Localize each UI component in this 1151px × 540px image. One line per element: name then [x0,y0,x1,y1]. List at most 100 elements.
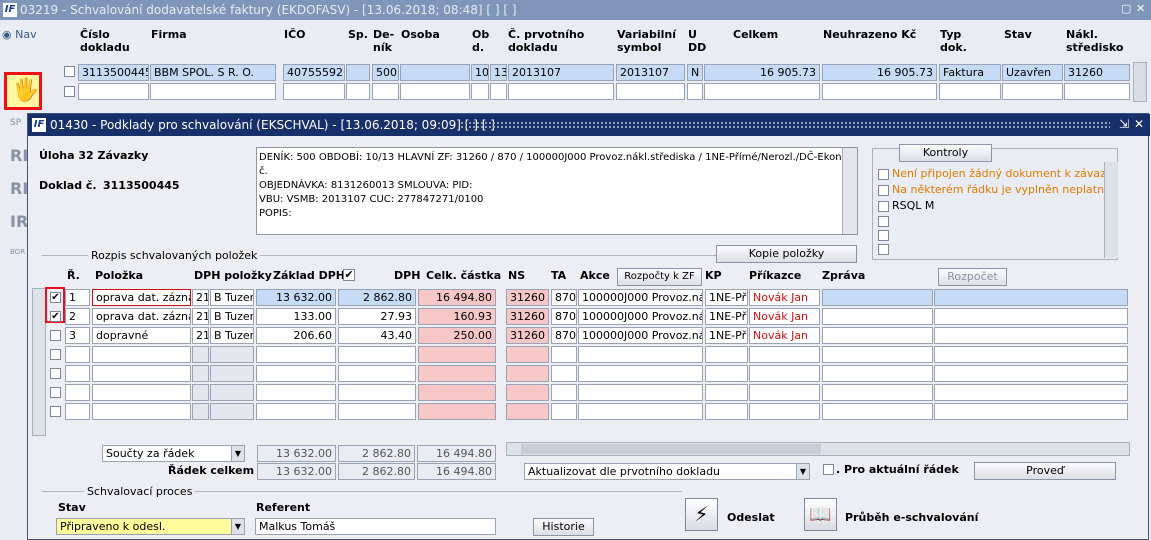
restore-icon[interactable]: ▢ [1121,3,1133,15]
grid-cell-action[interactable] [578,384,703,401]
grid-cell-vat-type[interactable] [210,365,254,382]
update-select[interactable]: Aktualizovat dle prvotního dokladu ▼ [524,463,810,480]
grid-cell-total-amount[interactable] [418,384,496,401]
grid-cell-vat-amount[interactable] [338,384,416,401]
grid-cell-orderer[interactable] [749,365,820,382]
grid-cell-orderer[interactable]: Novák Jan [749,327,820,344]
grid-cell-ta[interactable]: 870 [551,327,577,344]
grid-cell-row-number[interactable] [65,384,90,401]
grid-cell-extra[interactable] [934,384,1128,401]
dialog-close-icon[interactable]: ✕ [1134,117,1144,131]
grid-cell-kp[interactable] [705,403,748,420]
grid-cell-vat-amount[interactable]: 2 862.80 [338,289,416,306]
grid-cell-cost-center[interactable] [506,384,549,401]
top-row2-cell[interactable] [346,83,370,100]
top-cell-person[interactable] [400,64,470,81]
send-label[interactable]: Odeslat [727,511,775,524]
row-checkbox[interactable]: ✔ [50,311,61,322]
sidebar-label-ir[interactable]: IR [10,212,28,231]
grid-cell-action[interactable]: 100000J000 Provoz.nákl. [578,327,703,344]
control-check-3[interactable] [878,201,889,212]
grid-cell-cost-center[interactable]: 31260 [506,289,549,306]
grid-cell-total-amount[interactable]: 160.93 [418,308,496,325]
top-cell-sp[interactable] [346,64,370,81]
top-cell-primary-doc[interactable]: 2013107 [508,64,614,81]
grid-cell-item-name[interactable] [92,346,191,363]
top-cell-cost-center[interactable]: 31260 [1064,64,1130,81]
grid-cell-item-name[interactable] [92,365,191,382]
grid-cell-row-number[interactable] [65,403,90,420]
grid-cell-message[interactable] [822,346,933,363]
top-row2-cell[interactable] [372,83,399,100]
info-scrollbar[interactable] [842,148,857,234]
top-cell-unpaid[interactable]: 16 905.73 [822,64,937,81]
grid-cell-row-number[interactable]: 3 [65,327,90,344]
grid-cell-action[interactable]: 100000J000 Provoz.nákl. [578,289,703,306]
history-button[interactable]: Historie [533,518,594,536]
grid-cell-vat-amount[interactable]: 27.93 [338,308,416,325]
grid-cell-kp[interactable]: 1NE-Přím [705,327,748,344]
top-row2-cell[interactable] [490,83,507,100]
top-cell-udd[interactable]: N [687,64,703,81]
top-cell-journal[interactable]: 500 [372,64,399,81]
grid-cell-vat-base[interactable] [256,384,336,401]
grid-cell-vat-amount[interactable]: 43.40 [338,327,416,344]
top-cell-company[interactable]: BBM SPOL. S R. O. [150,64,276,81]
grid-cell-orderer[interactable] [749,403,820,420]
sidebar-label-ri2[interactable]: RI [10,179,28,198]
grid-cell-vat-type[interactable]: B Tuzer [210,308,254,325]
grid-cell-extra[interactable] [934,403,1128,420]
grid-cell-vat-amount[interactable] [338,346,416,363]
approve-toolbar-button[interactable]: 🖐 [4,72,42,110]
grid-cell-ta[interactable] [551,365,577,382]
grid-cell-ta[interactable]: 870 [551,308,577,325]
grid-cell-cost-center[interactable] [506,365,549,382]
grid-cell-row-number[interactable]: 1 [65,289,90,306]
grid-cell-vat-base[interactable] [256,365,336,382]
grid-cell-total-amount[interactable] [418,346,496,363]
controls-scrollbar[interactable] [1104,162,1118,258]
top-cell-status[interactable]: Uzavřen [1002,64,1063,81]
sidebar-label-bor[interactable]: BOR [10,248,25,256]
grid-cell-vat-type[interactable] [210,384,254,401]
grid-cell-extra[interactable] [934,327,1128,344]
controls-button[interactable]: Kontroly [899,144,992,162]
row-checkbox[interactable] [50,330,61,341]
grid-cell-message[interactable] [822,384,933,401]
grid-cell-vat-rate[interactable]: 21 [192,327,209,344]
top-row2-cell[interactable] [704,83,820,100]
row-checkbox[interactable]: ✔ [50,292,61,303]
grid-cell-kp[interactable]: 1NE-Přím [705,289,748,306]
grid-cell-vat-rate[interactable] [192,346,209,363]
grid-cell-extra[interactable] [934,365,1128,382]
row-checkbox[interactable] [50,387,61,398]
grid-cell-vat-base[interactable]: 13 632.00 [256,289,336,306]
grid-cell-orderer[interactable]: Novák Jan [749,289,820,306]
progress-button[interactable]: 📖 [804,498,837,531]
grid-cell-vat-type[interactable] [210,346,254,363]
document-info-textarea[interactable]: DENÍK: 500 OBDOBÍ: 10/13 HLAVNÍ ZF: 3126… [256,147,858,235]
grid-cell-message[interactable] [822,365,933,382]
grid-cell-item-name[interactable]: oprava dat. záznam [92,308,191,325]
grid-cell-item-name[interactable]: oprava dat. záznam [92,289,191,306]
top-row2-cell[interactable] [687,83,703,100]
grid-cell-item-name[interactable] [92,403,191,420]
grid-cell-extra[interactable] [934,346,1128,363]
grid-cell-message[interactable] [822,327,933,344]
top-cell-doc-number[interactable]: 3113500445 [78,64,149,81]
grid-cell-orderer[interactable]: Novák Jan [749,308,820,325]
dialog-minimize-icon[interactable]: ⇲ [1119,117,1129,131]
top-cell-ico[interactable]: 40755592 [283,64,345,81]
grid-cell-kp[interactable] [705,346,748,363]
grid-cell-kp[interactable] [705,365,748,382]
grid-cell-vat-type[interactable]: B Tuzer [210,327,254,344]
row-checkbox[interactable] [50,406,61,417]
grid-cell-orderer[interactable] [749,346,820,363]
grid-cell-ta[interactable] [551,403,577,420]
h-scroll-thumb[interactable] [521,444,821,454]
grid-cell-action[interactable]: 100000J000 Provoz.nákl. [578,308,703,325]
grid-cell-vat-base[interactable]: 133.00 [256,308,336,325]
grid-cell-vat-rate[interactable]: 21 [192,289,209,306]
grid-cell-total-amount[interactable]: 250.00 [418,327,496,344]
grid-cell-message[interactable] [822,403,933,420]
